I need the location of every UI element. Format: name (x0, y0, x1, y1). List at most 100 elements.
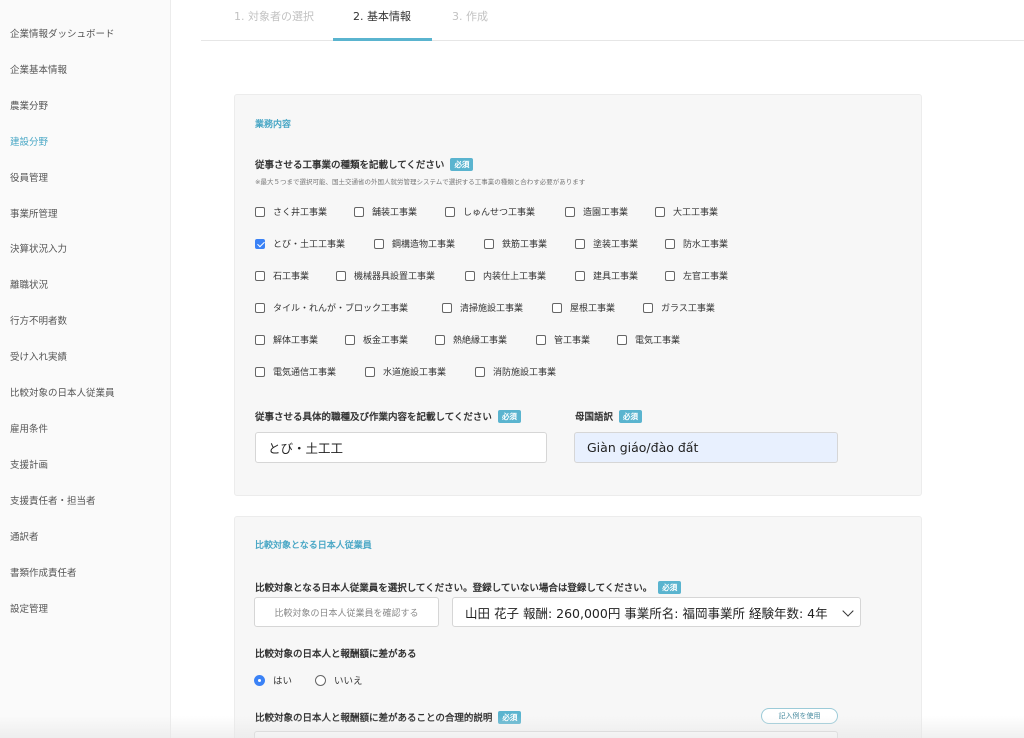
required-badge: 必須 (450, 158, 474, 171)
employee-select[interactable]: 山田 花子 報酬: 260,000円 事業所名: 福岡事業所 経験年数: 4年 (452, 597, 861, 627)
work-type-checkbox[interactable]: 舗装工事業 (354, 205, 417, 218)
checkbox-box[interactable] (536, 334, 546, 345)
salary-reason-label: 比較対象の日本人と報酬額に差があることの合理的説明 必須 (255, 710, 522, 724)
checkbox-box[interactable] (255, 366, 265, 377)
work-type-checkbox[interactable]: 石工事業 (255, 269, 309, 282)
checkbox-box[interactable] (552, 302, 562, 313)
native-translation-label-text: 母国語訳 (575, 412, 614, 423)
checkbox-box[interactable] (445, 206, 455, 217)
checkbox-box[interactable] (336, 270, 346, 281)
checkbox-box[interactable] (354, 206, 364, 217)
checkbox-label: 大工工事業 (673, 208, 719, 218)
checkbox-box[interactable] (617, 334, 627, 345)
sidebar-item-company-basic-info[interactable]: 企業基本情報 (10, 62, 67, 76)
work-type-checkbox[interactable]: とび・土工工事業 (255, 237, 345, 250)
checkbox-box[interactable] (643, 302, 653, 313)
checkbox-box[interactable] (665, 270, 675, 281)
radio-dot[interactable] (315, 674, 326, 686)
checkbox-box[interactable] (575, 270, 585, 281)
section-title-business: 業務内容 (255, 120, 292, 130)
sidebar-item-support-staff[interactable]: 支援責任者・担当者 (10, 493, 96, 507)
checkbox-box[interactable] (655, 206, 665, 217)
radio-yes[interactable]: はい (254, 673, 292, 687)
salary-reason-textarea[interactable] (254, 731, 838, 738)
sidebar: 企業情報ダッシュボード 企業基本情報 農業分野 建設分野 役員管理 事業所管理 … (0, 0, 171, 738)
checkbox-box[interactable] (345, 334, 355, 345)
checkbox-box[interactable] (255, 270, 265, 281)
checkbox-label: しゅんせつ工事業 (463, 208, 536, 218)
checkbox-label: 熱絶縁工事業 (453, 336, 508, 346)
checkbox-box[interactable] (442, 302, 452, 313)
work-types-note: ※最大５つまで選択可能、国土交通省の外国人就労管理システムで選択する工事業の種類… (255, 178, 586, 186)
checkbox-box[interactable] (255, 206, 265, 217)
work-type-checkbox[interactable]: 鉄筋工事業 (484, 237, 547, 250)
work-type-checkbox[interactable]: 建具工事業 (575, 269, 638, 282)
work-type-checkbox[interactable]: 大工工事業 (655, 205, 718, 218)
radio-dot-checked[interactable] (254, 674, 265, 686)
native-translation-input[interactable]: Giàn giáo/đào đất (574, 432, 838, 463)
confirm-employee-button[interactable]: 比較対象の日本人従業員を確認する (254, 597, 439, 627)
work-types-label: 従事させる工事業の種類を記載してください 必須 (255, 157, 474, 171)
work-type-checkbox[interactable]: 鋼構造物工事業 (374, 237, 455, 250)
work-type-checkbox[interactable]: 機械器具設置工事業 (336, 269, 435, 282)
work-type-checkbox[interactable]: 左官工事業 (665, 269, 728, 282)
work-type-checkbox[interactable]: 塗装工事業 (575, 237, 638, 250)
radio-no[interactable]: いいえ (315, 673, 363, 687)
sidebar-item-turnover[interactable]: 離職状況 (10, 277, 48, 291)
work-type-checkbox[interactable]: タイル・れんが・ブロック工事業 (255, 301, 408, 314)
checkbox-label: 屋根工事業 (570, 304, 616, 314)
work-type-checkbox[interactable]: 水道施設工事業 (365, 365, 446, 378)
work-type-checkbox[interactable]: 管工事業 (536, 333, 590, 346)
checkbox-label: 防水工事業 (683, 240, 729, 250)
sidebar-item-interpreters[interactable]: 通訳者 (10, 529, 39, 543)
checkbox-label: 鉄筋工事業 (502, 240, 548, 250)
sidebar-item-support-plan[interactable]: 支援計画 (10, 457, 48, 471)
sidebar-item-employment-terms[interactable]: 雇用条件 (10, 421, 48, 435)
work-type-checkbox[interactable]: 清掃施設工事業 (442, 301, 523, 314)
tab-select-target[interactable]: 1. 対象者の選択 (234, 8, 314, 24)
checkbox-box[interactable] (255, 334, 265, 345)
checkbox-box[interactable] (665, 238, 675, 249)
work-type-checkbox[interactable]: 解体工事業 (255, 333, 318, 346)
work-type-checkbox[interactable]: 消防施設工事業 (475, 365, 556, 378)
comparison-select-label: 比較対象となる日本人従業員を選択してください。登録していない場合は登録してくださ… (255, 580, 682, 594)
work-type-checkbox[interactable]: 防水工事業 (665, 237, 728, 250)
checkbox-label: 水道施設工事業 (383, 368, 447, 378)
checkbox-box[interactable] (575, 238, 585, 249)
work-type-checkbox[interactable]: さく井工事業 (255, 205, 327, 218)
sidebar-item-offices[interactable]: 事業所管理 (10, 206, 58, 220)
sidebar-item-agriculture[interactable]: 農業分野 (10, 98, 48, 112)
sidebar-item-japanese-comparison[interactable]: 比較対象の日本人従業員 (10, 385, 115, 399)
checkbox-box[interactable] (565, 206, 575, 217)
checkbox-box[interactable] (365, 366, 375, 377)
checkbox-box[interactable] (475, 366, 485, 377)
sidebar-item-construction[interactable]: 建設分野 (10, 134, 48, 148)
work-type-checkbox[interactable]: ガラス工事業 (643, 301, 715, 314)
sidebar-item-document-manager[interactable]: 書類作成責任者 (10, 565, 77, 579)
checkbox-box-checked[interactable] (255, 238, 265, 249)
work-type-checkbox[interactable]: 内装仕上工事業 (465, 269, 546, 282)
work-type-checkbox[interactable]: 屋根工事業 (552, 301, 615, 314)
checkbox-box[interactable] (255, 302, 265, 313)
work-type-checkbox[interactable]: 造園工事業 (565, 205, 628, 218)
required-badge: 必須 (658, 581, 682, 594)
job-description-input[interactable]: とび・土工工 (255, 432, 547, 463)
checkbox-box[interactable] (484, 238, 494, 249)
work-type-checkbox[interactable]: 熱絶縁工事業 (435, 333, 507, 346)
work-type-checkbox[interactable]: 電気通信工事業 (255, 365, 336, 378)
sidebar-item-officers[interactable]: 役員管理 (10, 170, 48, 184)
tab-basic-info[interactable]: 2. 基本情報 (353, 8, 411, 24)
sidebar-item-company-dashboard[interactable]: 企業情報ダッシュボード (10, 26, 115, 40)
work-type-checkbox[interactable]: 電気工事業 (617, 333, 680, 346)
sidebar-item-financials[interactable]: 決算状況入力 (10, 241, 67, 255)
checkbox-box[interactable] (435, 334, 445, 345)
sidebar-item-settings[interactable]: 設定管理 (10, 601, 48, 615)
sidebar-item-acceptance-record[interactable]: 受け入れ実績 (10, 349, 67, 363)
work-type-checkbox[interactable]: しゅんせつ工事業 (445, 205, 535, 218)
use-example-button[interactable]: 記入例を使用 (761, 708, 838, 724)
checkbox-box[interactable] (374, 238, 384, 249)
tab-create[interactable]: 3. 作成 (452, 8, 488, 24)
sidebar-item-missing-persons[interactable]: 行方不明者数 (10, 313, 67, 327)
work-type-checkbox[interactable]: 板金工事業 (345, 333, 408, 346)
checkbox-box[interactable] (465, 270, 475, 281)
